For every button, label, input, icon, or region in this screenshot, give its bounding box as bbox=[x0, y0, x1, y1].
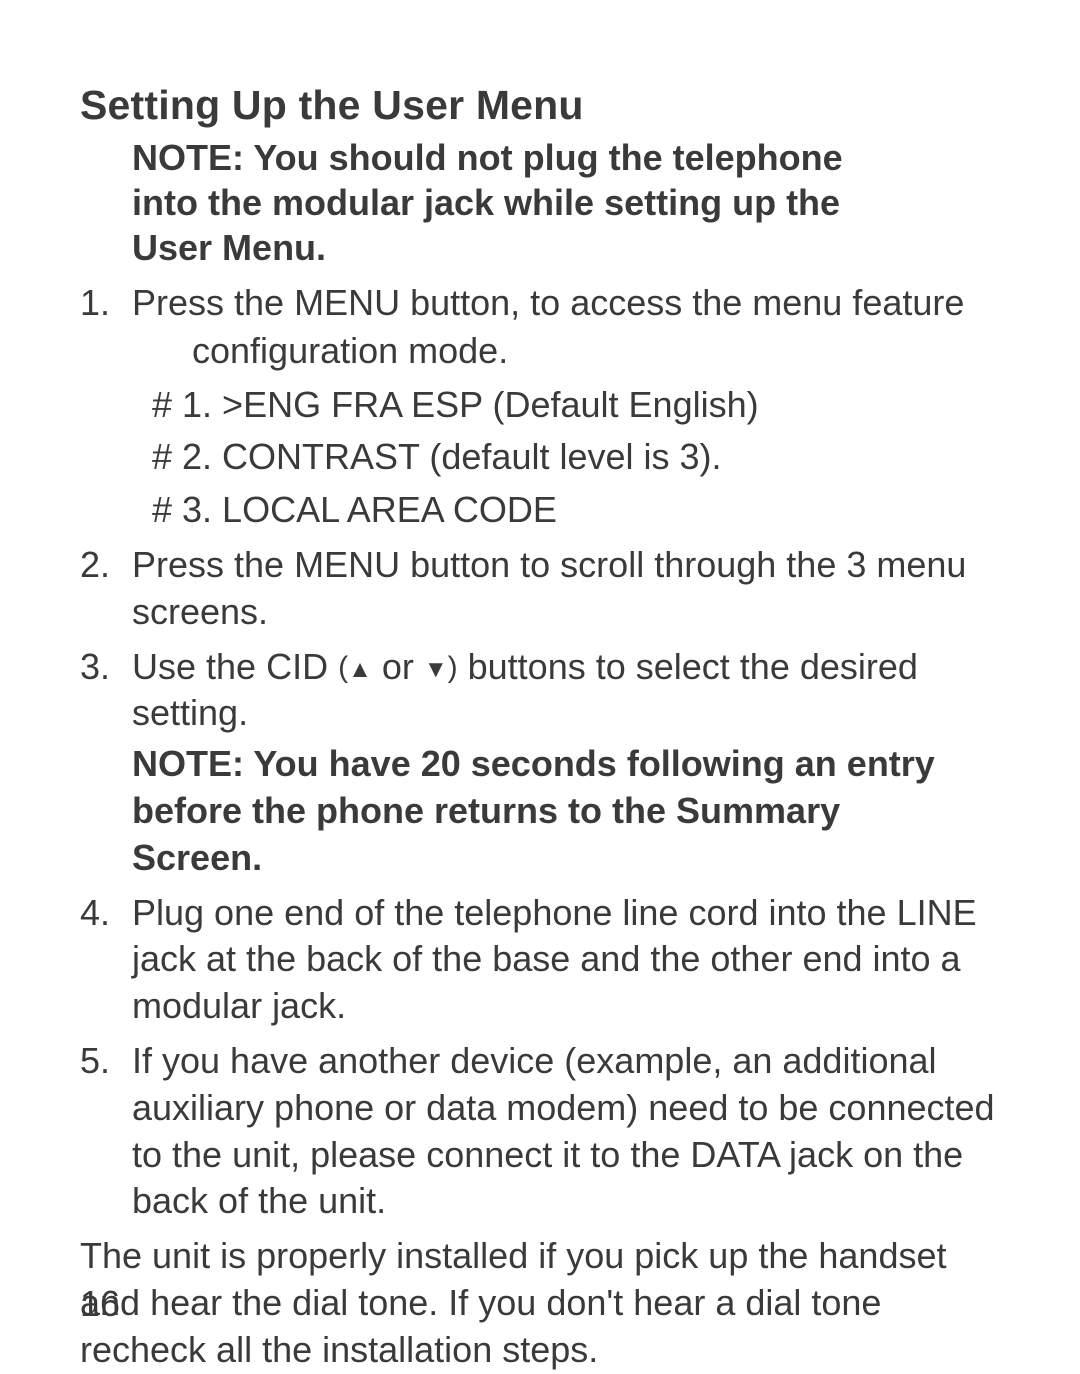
paren-open: ( bbox=[338, 651, 348, 684]
closing-paragraph: The unit is properly installed if you pi… bbox=[80, 1233, 1000, 1373]
menu-option-contrast: # 2. CONTRAST (default level is 3). bbox=[152, 434, 1000, 481]
paren-close: ) bbox=[448, 651, 458, 684]
menu-option-area-code: # 3. LOCAL AREA CODE bbox=[152, 487, 1000, 534]
step-number: 3. bbox=[80, 644, 110, 691]
up-triangle-icon: ▲ bbox=[348, 656, 372, 683]
step-4-text: Plug one end of the telephone line cord … bbox=[132, 892, 977, 1027]
step-3: 3. Use the CID (▲ or ▼) buttons to selec… bbox=[80, 644, 1000, 882]
step-1-line1: Press the MENU button, to access the men… bbox=[132, 282, 964, 323]
step-number: 5. bbox=[80, 1038, 110, 1085]
step-1: 1. Press the MENU button, to access the … bbox=[80, 280, 1000, 534]
step-4: 4. Plug one end of the telephone line co… bbox=[80, 890, 1000, 1030]
note-setup-warning: NOTE: You should not plug the telephone … bbox=[132, 135, 900, 270]
step-2-text: Press the MENU button to scroll through … bbox=[132, 544, 966, 632]
step-1-line2: configuration mode. bbox=[192, 327, 1000, 376]
menu-option-language: # 1. >ENG FRA ESP (Default English) bbox=[152, 382, 1000, 429]
step-number: 2. bbox=[80, 542, 110, 589]
step-5: 5. If you have another device (example, … bbox=[80, 1038, 1000, 1225]
note-timeout: NOTE: You have 20 seconds following an e… bbox=[132, 741, 940, 881]
step-3-pre: Use the CID bbox=[132, 646, 338, 687]
step-5-text: If you have another device (example, an … bbox=[132, 1040, 995, 1221]
or-text: or bbox=[372, 646, 424, 687]
step-number: 1. bbox=[80, 280, 110, 327]
steps-list: 1. Press the MENU button, to access the … bbox=[80, 280, 1000, 1225]
step-2: 2. Press the MENU button to scroll throu… bbox=[80, 542, 1000, 636]
section-heading: Setting Up the User Menu bbox=[80, 80, 1000, 131]
down-triangle-icon: ▼ bbox=[424, 656, 448, 683]
manual-page: Setting Up the User Menu NOTE: You shoul… bbox=[0, 0, 1080, 1374]
step-number: 4. bbox=[80, 890, 110, 937]
page-number: 16 bbox=[80, 1281, 120, 1326]
